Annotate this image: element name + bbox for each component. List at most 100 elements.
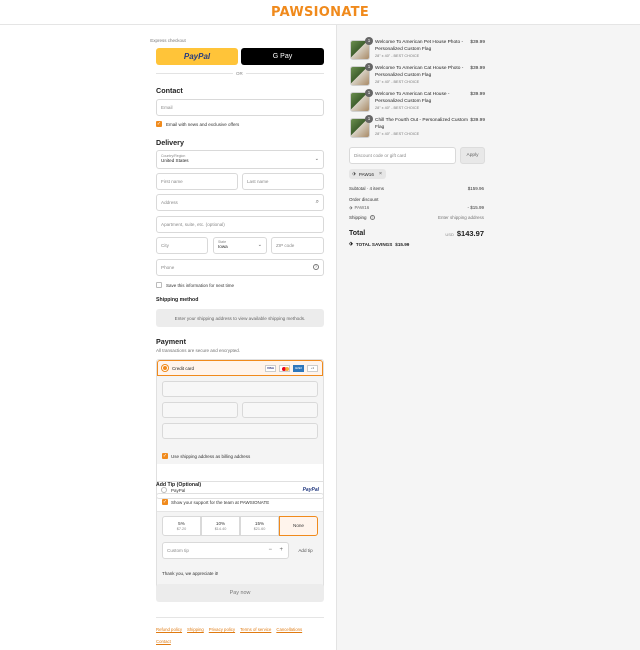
paypal-logo: PayPal [183, 52, 211, 61]
name-on-card-field[interactable] [162, 423, 318, 439]
last-name-field[interactable]: Last name [242, 173, 324, 190]
phone-field[interactable]: Phone ? [156, 259, 324, 276]
visa-icon: VISA [265, 365, 276, 372]
order-discount-label: Order discount [349, 197, 379, 202]
first-name-field[interactable]: First name [156, 173, 238, 190]
tip-amount: $14.40 [214, 527, 227, 531]
state-select[interactable]: State Iowa ⌄ [213, 237, 267, 254]
tip-box: ✓ Show your support for the team at PAWS… [156, 493, 324, 598]
paypal-express-button[interactable]: PayPal [156, 48, 238, 65]
country-select[interactable]: Country/Region United States ⌄ [156, 150, 324, 169]
card-number-field[interactable] [162, 381, 318, 397]
amex-icon: AMEX [293, 365, 304, 372]
currency-code: USD [445, 232, 454, 237]
tip-percent: None [293, 523, 304, 528]
gpay-express-button[interactable]: G Pay [241, 48, 324, 65]
tip-support-checkbox[interactable]: ✓ [162, 499, 168, 505]
cancellations-link[interactable]: Cancellations [276, 627, 302, 632]
contact-title: Contact [156, 86, 183, 95]
save-info-checkbox[interactable] [156, 282, 162, 288]
product-price: $39.99 [470, 118, 485, 123]
zip-field[interactable]: ZIP code [271, 237, 324, 254]
pay-now-button[interactable]: Pay now [156, 584, 324, 602]
product-variant: 28" x 40" - BEST CHOICE [375, 132, 420, 136]
news-label: Email with news and exclusive offers [166, 122, 240, 127]
gpay-logo: G Pay [272, 53, 293, 60]
tip-thanks: Thank you, we appreciate it! [162, 571, 219, 576]
add-tip-button[interactable]: Add tip [293, 544, 318, 557]
tip-option-15[interactable]: 15% $21.60 [240, 516, 279, 536]
tip-percent: 15% [254, 521, 265, 526]
email-field[interactable]: Email [156, 99, 324, 116]
shipping-method-title: Shipping method [156, 297, 199, 303]
billing-label: Use shipping address as billing address [171, 454, 251, 459]
total-label: Total [349, 230, 366, 237]
privacy-policy-link[interactable]: Privacy policy [209, 627, 235, 632]
tip-percent: 5% [178, 521, 185, 526]
help-icon[interactable]: ? [369, 215, 375, 220]
apply-button[interactable]: Apply [460, 147, 485, 164]
tip-percent: 10% [215, 521, 226, 526]
shipping-link[interactable]: Shipping [187, 627, 204, 632]
subtotal-value: $159.96 [467, 186, 484, 191]
address-field[interactable]: Address ⌕ [156, 194, 324, 211]
more-cards-badge: +3 [307, 365, 318, 372]
close-icon[interactable]: × [379, 171, 382, 177]
expiry-field[interactable] [162, 402, 238, 418]
express-checkout-title: Express checkout [150, 38, 186, 43]
tip-option-10[interactable]: 10% $14.40 [201, 516, 240, 536]
or-label: OR [233, 71, 246, 76]
city-field[interactable]: City [156, 237, 208, 254]
custom-tip-field[interactable]: Custom tip − + [162, 542, 289, 559]
card-form: ✓ Use shipping address as billing addres… [157, 376, 323, 464]
news-checkbox[interactable]: ✓ [156, 121, 162, 127]
tip-title: Add Tip (Optional) [156, 482, 202, 488]
checkout-form: Express checkout PayPal G Pay OR Contact… [0, 25, 337, 650]
footer-links: Refund policy Shipping Privacy policy Terms… [156, 623, 324, 646]
quantity-badge: 1 [365, 115, 373, 123]
tag-icon: ⬗ [349, 205, 353, 210]
tip-option-none[interactable]: None [279, 516, 318, 536]
security-code-field[interactable] [242, 402, 318, 418]
discount-code-field[interactable]: Discount code or gift card [349, 147, 456, 164]
discount-tag: ⬗ PAW16 × [349, 169, 387, 179]
savings-value: $15.99 [395, 241, 410, 247]
billing-checkbox[interactable]: ✓ [162, 453, 168, 459]
plus-icon[interactable]: + [279, 547, 283, 553]
address-placeholder: Address [161, 200, 178, 205]
tip-option-5[interactable]: 5% $7.20 [162, 516, 201, 536]
contact-link[interactable]: Contact [156, 639, 171, 644]
tag-icon: ⬗ [349, 241, 353, 247]
chevron-down-icon: ⌄ [314, 156, 319, 162]
product-variant: 28" x 40" - BEST CHOICE [375, 54, 420, 58]
quantity-badge: 1 [365, 37, 373, 45]
apartment-field[interactable]: Apartment, suite, etc. (optional) [156, 216, 324, 233]
credit-card-label: Credit card [172, 366, 195, 371]
help-icon[interactable]: ? [313, 264, 319, 270]
credit-card-option[interactable]: Credit card VISA AMEX +3 [157, 360, 323, 376]
refund-policy-link[interactable]: Refund policy [156, 627, 182, 632]
terms-link[interactable]: Terms of service [240, 627, 271, 632]
total-value: $143.97 [456, 229, 484, 238]
shipping-value: Enter shipping address [437, 215, 484, 220]
product-price: $39.99 [470, 92, 485, 97]
tag-icon: ⬗ [352, 171, 356, 177]
brand-logo[interactable]: PAWSIONATE [271, 5, 369, 20]
country-value: United States [161, 158, 189, 163]
discount-value: - $15.99 [467, 205, 484, 210]
credit-card-radio[interactable] [162, 365, 168, 371]
product-variant: 28" x 40" - BEST CHOICE [375, 106, 420, 110]
quantity-badge: 1 [365, 63, 373, 71]
product-price: $39.99 [470, 66, 485, 71]
phone-placeholder: Phone [161, 265, 175, 270]
tip-amount: $21.60 [253, 527, 266, 531]
product-variant: 28" x 40" - BEST CHOICE [375, 80, 420, 84]
shipping-label-text: Shipping [349, 215, 367, 220]
quantity-badge: 1 [365, 89, 373, 97]
search-icon: ⌕ [315, 199, 319, 205]
save-info-label: Save this information for next time [166, 283, 235, 288]
header: PAWSIONATE [0, 0, 640, 25]
minus-icon[interactable]: − [268, 547, 272, 553]
delivery-title: Delivery [156, 138, 184, 147]
tip-support-label: Show your support for the team at PAWSIO… [171, 500, 270, 505]
